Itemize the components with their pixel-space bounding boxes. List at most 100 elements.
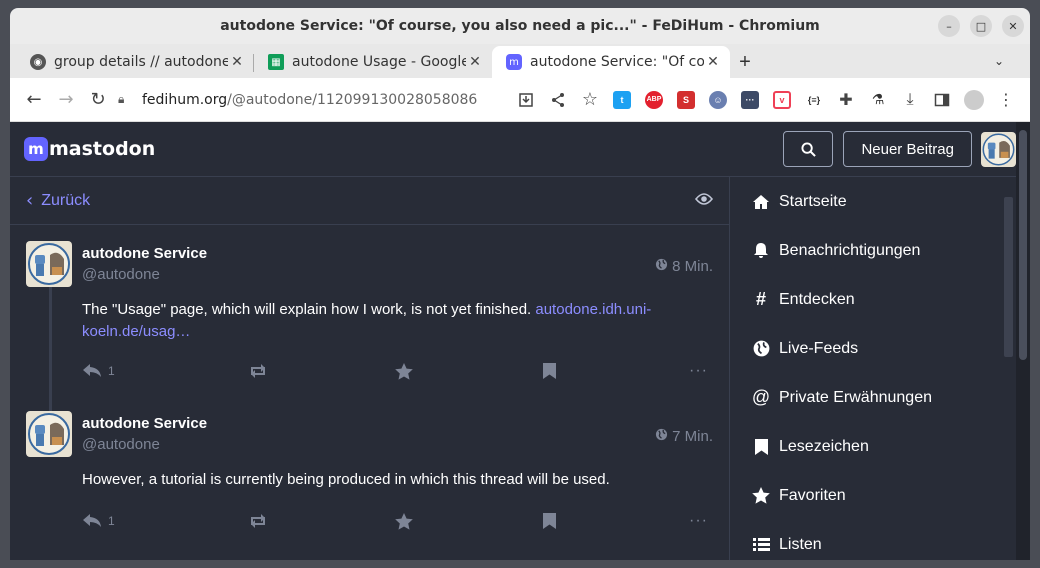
favourite-button[interactable] xyxy=(395,357,543,385)
nav-item-explore[interactable]: # Entdecken xyxy=(731,275,1001,324)
reply-button[interactable]: 1 xyxy=(82,507,247,535)
new-tab-button[interactable]: + xyxy=(730,46,760,78)
download-icon[interactable]: ⤓ xyxy=(894,84,926,116)
puzzle-ext-icon[interactable]: ✚ xyxy=(830,84,862,116)
abp-ext-icon[interactable]: ABP xyxy=(638,84,670,116)
nav-item-live-feeds[interactable]: Live-Feeds xyxy=(731,324,1001,373)
json-ext-icon[interactable]: {≡} xyxy=(798,84,830,116)
status-content: The "Usage" page, which will explain how… xyxy=(82,299,662,343)
nav-item-favourites[interactable]: Favoriten xyxy=(731,471,1001,520)
back-arrow-icon[interactable]: ← xyxy=(18,84,50,116)
install-icon[interactable] xyxy=(510,84,542,116)
profile-icon[interactable] xyxy=(958,84,990,116)
status-actions: 1 ··· xyxy=(82,507,712,535)
account-handle[interactable]: @autodone xyxy=(82,266,207,283)
avatar[interactable] xyxy=(26,411,72,457)
boost-button[interactable] xyxy=(247,507,395,535)
avatar[interactable] xyxy=(26,241,72,287)
s-ext-icon[interactable]: S xyxy=(670,84,702,116)
status-post[interactable]: autodone Service @autodone 7 Min. Howeve… xyxy=(10,385,729,535)
twitter-ext-icon[interactable]: t xyxy=(606,84,638,116)
more-button[interactable]: ··· xyxy=(689,507,708,535)
more-dots-icon: ··· xyxy=(689,512,708,529)
bookmark-button[interactable] xyxy=(543,357,689,385)
status-timestamp[interactable]: 8 Min. xyxy=(655,245,713,287)
nav-item-private-mentions[interactable]: @ Private Erwähnungen xyxy=(731,373,1001,422)
avatar[interactable] xyxy=(981,131,1016,167)
search-button[interactable] xyxy=(783,131,834,167)
boost-icon xyxy=(251,364,265,378)
share-icon[interactable] xyxy=(542,84,574,116)
user-ext-icon[interactable]: ☺ xyxy=(702,84,734,116)
search-icon xyxy=(801,141,816,157)
nav-label: Favoriten xyxy=(779,486,846,504)
time-label: 8 Min. xyxy=(672,257,713,275)
tab-strip: ◉ group details // autodone ✕ ▦ autodone… xyxy=(10,44,1030,78)
mastodon-app: m mastodon Neuer Beitrag ‹ Zurück autodo… xyxy=(10,122,1030,560)
globe-icon xyxy=(751,340,771,357)
back-label: Zurück xyxy=(41,191,91,209)
address-bar[interactable]: 🔒︎ fedihum.org/@autodone/112099130028058… xyxy=(118,84,510,116)
nav-item-notifications[interactable]: Benachrichtigungen xyxy=(731,226,1001,275)
mastodon-logo-icon: m xyxy=(24,137,48,161)
navigation-panel: Startseite Benachrichtigungen # Entdecke… xyxy=(731,177,1001,560)
eye-icon[interactable] xyxy=(694,192,714,210)
status-post[interactable]: autodone Service @autodone 8 Min. The "U… xyxy=(10,225,729,397)
bookmark-button[interactable] xyxy=(543,507,689,535)
minimize-button[interactable]: – xyxy=(938,15,960,37)
bell-icon xyxy=(751,242,771,259)
close-window-button[interactable]: ✕ xyxy=(1002,15,1024,37)
new-post-button[interactable]: Neuer Beitrag xyxy=(843,131,972,167)
nav-item-home[interactable]: Startseite xyxy=(731,177,1001,226)
display-name[interactable]: autodone Service xyxy=(82,245,207,262)
boost-button[interactable] xyxy=(247,357,395,385)
status-timestamp[interactable]: 7 Min. xyxy=(655,415,713,457)
reply-count: 1 xyxy=(108,364,115,378)
display-name[interactable]: autodone Service xyxy=(82,415,207,432)
nav-label: Listen xyxy=(779,535,822,553)
window-controls: – □ ✕ xyxy=(938,15,1024,37)
mastodon-logo[interactable]: m mastodon xyxy=(24,137,155,161)
bookmark-star-icon[interactable]: ☆ xyxy=(574,84,606,116)
nav-label: Benachrichtigungen xyxy=(779,241,921,259)
reload-icon[interactable]: ↻ xyxy=(82,84,114,116)
bookmark-icon xyxy=(751,438,771,455)
favourite-button[interactable] xyxy=(395,507,543,535)
maximize-button[interactable]: □ xyxy=(970,15,992,37)
tab-search-chevron-icon[interactable]: ⌄ xyxy=(994,54,1004,68)
reply-icon xyxy=(83,514,101,527)
window-title: autodone Service: "Of course, you also n… xyxy=(220,18,820,34)
reply-button[interactable]: 1 xyxy=(82,357,247,385)
nav-label: Private Erwähnungen xyxy=(779,388,932,406)
thread-connector xyxy=(49,385,52,411)
back-button[interactable]: ‹ Zurück xyxy=(26,190,90,211)
nav-label: Startseite xyxy=(779,192,847,210)
thread-connector xyxy=(49,287,52,397)
mastodon-icon: m xyxy=(506,54,522,70)
chevron-left-icon: ‹ xyxy=(26,190,34,211)
star-icon xyxy=(395,362,413,380)
browser-toolbar: ← → ↻ 🔒︎ fedihum.org/@autodone/112099130… xyxy=(10,78,1030,122)
more-button[interactable]: ··· xyxy=(689,357,708,385)
close-tab-icon[interactable]: ✕ xyxy=(466,54,484,70)
tab-group-details[interactable]: ◉ group details // autodone ✕ xyxy=(16,46,254,78)
menu-dots-icon[interactable]: ⋮ xyxy=(990,84,1022,116)
close-tab-icon[interactable]: ✕ xyxy=(228,54,246,70)
dots-ext-icon[interactable]: ··· xyxy=(734,84,766,116)
flask-ext-icon[interactable]: ⚗ xyxy=(862,84,894,116)
page-scrollbar[interactable] xyxy=(1016,122,1030,560)
pocket-ext-icon[interactable]: v xyxy=(766,84,798,116)
star-icon xyxy=(751,487,771,504)
nav-item-lists[interactable]: Listen xyxy=(731,520,1001,560)
tab-autodone-service[interactable]: m autodone Service: "Of co ✕ xyxy=(492,46,730,78)
bookmark-icon xyxy=(543,513,556,529)
close-tab-icon[interactable]: ✕ xyxy=(704,54,722,70)
forward-arrow-icon[interactable]: → xyxy=(50,84,82,116)
account-handle[interactable]: @autodone xyxy=(82,436,207,453)
nav-label: Entdecken xyxy=(779,290,855,308)
sidebar-scrollbar[interactable] xyxy=(1002,177,1014,560)
tab-autodone-usage[interactable]: ▦ autodone Usage - Google ✕ xyxy=(254,46,492,78)
side-panel-icon[interactable] xyxy=(926,84,958,116)
nav-item-bookmarks[interactable]: Lesezeichen xyxy=(731,422,1001,471)
tab-title: group details // autodone xyxy=(54,54,228,70)
